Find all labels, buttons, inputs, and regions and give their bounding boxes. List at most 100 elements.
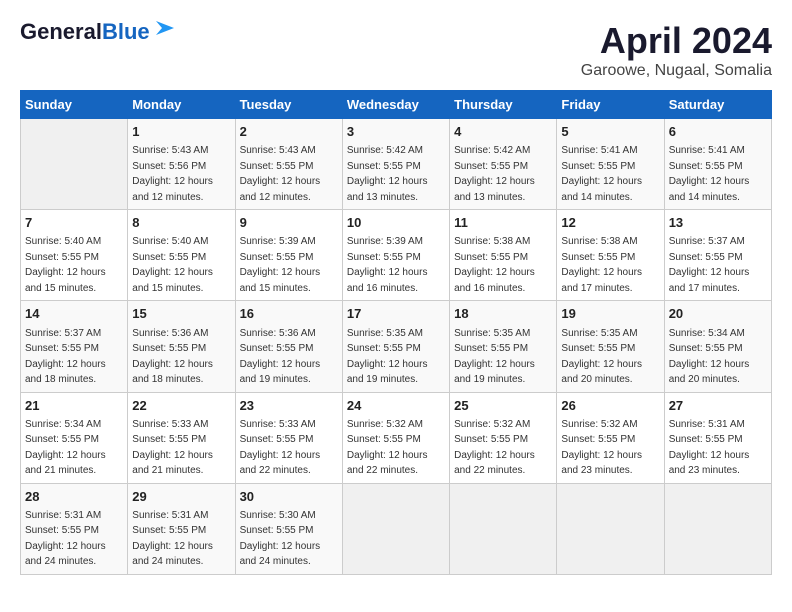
calendar-day-cell: 5Sunrise: 5:41 AM Sunset: 5:55 PM Daylig… <box>557 119 664 210</box>
calendar-day-cell: 10 Sunrise: 5:39 AM Sunset: 5:55 PM Dayli… <box>342 210 449 301</box>
calendar-day-cell: 9 Sunrise: 5:39 AM Sunset: 5:55 PM Daylig… <box>235 210 342 301</box>
calendar-day-cell: 8 Sunrise: 5:40 AM Sunset: 5:55 PM Daylig… <box>128 210 235 301</box>
logo: GeneralBlue <box>20 20 176 44</box>
calendar-week-row: 7 Sunrise: 5:40 AM Sunset: 5:55 PM Daylig… <box>21 210 772 301</box>
day-number: 16 <box>240 305 338 323</box>
day-number: 25 <box>454 397 552 415</box>
weekday-header: Wednesday <box>342 91 449 119</box>
day-info: Sunrise: 5:32 AM Sunset: 5:55 PM Dayligh… <box>347 419 428 477</box>
day-info: Sunrise: 5:36 AM Sunset: 5:55 PM Dayligh… <box>240 328 321 386</box>
day-number: 4 <box>454 123 552 141</box>
calendar-day-cell: 17 Sunrise: 5:35 AM Sunset: 5:55 PM Dayli… <box>342 301 449 392</box>
day-number: 29 <box>132 488 230 506</box>
day-info: Sunrise: 5:35 AM Sunset: 5:55 PM Dayligh… <box>347 328 428 386</box>
calendar-day-cell: 19 Sunrise: 5:35 AM Sunset: 5:55 PM Dayli… <box>557 301 664 392</box>
day-info: Sunrise: 5:34 AM Sunset: 5:55 PM Dayligh… <box>669 328 750 386</box>
day-number: 11 <box>454 214 552 232</box>
calendar-day-cell: 29 Sunrise: 5:31 AM Sunset: 5:55 PM Dayli… <box>128 483 235 574</box>
calendar-day-cell: 14 Sunrise: 5:37 AM Sunset: 5:55 PM Dayli… <box>21 301 128 392</box>
day-info: Sunrise: 5:35 AM Sunset: 5:55 PM Dayligh… <box>561 328 642 386</box>
calendar-day-cell: 1Sunrise: 5:43 AM Sunset: 5:56 PM Daylig… <box>128 119 235 210</box>
day-number: 6 <box>669 123 767 141</box>
calendar-day-cell: 26 Sunrise: 5:32 AM Sunset: 5:55 PM Dayli… <box>557 392 664 483</box>
calendar-day-cell: 28 Sunrise: 5:31 AM Sunset: 5:55 PM Dayli… <box>21 483 128 574</box>
day-info: Sunrise: 5:40 AM Sunset: 5:55 PM Dayligh… <box>132 236 213 294</box>
calendar-day-cell: 20 Sunrise: 5:34 AM Sunset: 5:55 PM Dayli… <box>664 301 771 392</box>
day-number: 26 <box>561 397 659 415</box>
calendar-table: SundayMondayTuesdayWednesdayThursdayFrid… <box>20 90 772 575</box>
day-info: Sunrise: 5:37 AM Sunset: 5:55 PM Dayligh… <box>25 328 106 386</box>
day-number: 27 <box>669 397 767 415</box>
calendar-day-cell: 12Sunrise: 5:38 AM Sunset: 5:55 PM Dayli… <box>557 210 664 301</box>
day-info: Sunrise: 5:41 AM Sunset: 5:55 PM Dayligh… <box>669 145 750 203</box>
day-number: 12 <box>561 214 659 232</box>
logo-text: GeneralBlue <box>20 20 150 44</box>
day-info: Sunrise: 5:40 AM Sunset: 5:55 PM Dayligh… <box>25 236 106 294</box>
day-number: 23 <box>240 397 338 415</box>
day-info: Sunrise: 5:30 AM Sunset: 5:55 PM Dayligh… <box>240 510 321 568</box>
day-info: Sunrise: 5:32 AM Sunset: 5:55 PM Dayligh… <box>561 419 642 477</box>
location: Garoowe, Nugaal, Somalia <box>581 62 772 80</box>
day-number: 15 <box>132 305 230 323</box>
calendar-day-cell: 6 Sunrise: 5:41 AM Sunset: 5:55 PM Daylig… <box>664 119 771 210</box>
day-number: 1 <box>132 123 230 141</box>
weekday-header: Tuesday <box>235 91 342 119</box>
day-number: 20 <box>669 305 767 323</box>
calendar-day-cell: 11 Sunrise: 5:38 AM Sunset: 5:55 PM Dayli… <box>450 210 557 301</box>
calendar-day-cell <box>557 483 664 574</box>
day-number: 18 <box>454 305 552 323</box>
day-number: 14 <box>25 305 123 323</box>
day-number: 24 <box>347 397 445 415</box>
calendar-day-cell: 3 Sunrise: 5:42 AM Sunset: 5:55 PM Daylig… <box>342 119 449 210</box>
day-info: Sunrise: 5:33 AM Sunset: 5:55 PM Dayligh… <box>132 419 213 477</box>
day-info: Sunrise: 5:31 AM Sunset: 5:55 PM Dayligh… <box>25 510 106 568</box>
day-info: Sunrise: 5:33 AM Sunset: 5:55 PM Dayligh… <box>240 419 321 477</box>
calendar-day-cell <box>664 483 771 574</box>
calendar-day-cell: 18Sunrise: 5:35 AM Sunset: 5:55 PM Dayli… <box>450 301 557 392</box>
day-number: 30 <box>240 488 338 506</box>
day-info: Sunrise: 5:32 AM Sunset: 5:55 PM Dayligh… <box>454 419 535 477</box>
calendar-day-cell: 15 Sunrise: 5:36 AM Sunset: 5:55 PM Dayli… <box>128 301 235 392</box>
weekday-header: Sunday <box>21 91 128 119</box>
day-number: 10 <box>347 214 445 232</box>
day-number: 2 <box>240 123 338 141</box>
day-info: Sunrise: 5:31 AM Sunset: 5:55 PM Dayligh… <box>132 510 213 568</box>
calendar-day-cell <box>342 483 449 574</box>
calendar-day-cell: 23 Sunrise: 5:33 AM Sunset: 5:55 PM Dayli… <box>235 392 342 483</box>
day-info: Sunrise: 5:39 AM Sunset: 5:55 PM Dayligh… <box>347 236 428 294</box>
day-number: 13 <box>669 214 767 232</box>
day-number: 3 <box>347 123 445 141</box>
calendar-week-row: 21Sunrise: 5:34 AM Sunset: 5:55 PM Dayli… <box>21 392 772 483</box>
day-number: 19 <box>561 305 659 323</box>
calendar-header-row: SundayMondayTuesdayWednesdayThursdayFrid… <box>21 91 772 119</box>
calendar-day-cell: 7 Sunrise: 5:40 AM Sunset: 5:55 PM Daylig… <box>21 210 128 301</box>
weekday-header: Thursday <box>450 91 557 119</box>
calendar-day-cell: 2Sunrise: 5:43 AM Sunset: 5:55 PM Daylig… <box>235 119 342 210</box>
calendar-day-cell: 27 Sunrise: 5:31 AM Sunset: 5:55 PM Dayli… <box>664 392 771 483</box>
day-number: 28 <box>25 488 123 506</box>
weekday-header: Monday <box>128 91 235 119</box>
day-info: Sunrise: 5:41 AM Sunset: 5:55 PM Dayligh… <box>561 145 642 203</box>
day-info: Sunrise: 5:38 AM Sunset: 5:55 PM Dayligh… <box>454 236 535 294</box>
calendar-day-cell <box>21 119 128 210</box>
calendar-day-cell: 13 Sunrise: 5:37 AM Sunset: 5:55 PM Dayli… <box>664 210 771 301</box>
weekday-header: Friday <box>557 91 664 119</box>
day-number: 22 <box>132 397 230 415</box>
day-number: 7 <box>25 214 123 232</box>
title-section: April 2024 Garoowe, Nugaal, Somalia <box>581 20 772 80</box>
day-info: Sunrise: 5:39 AM Sunset: 5:55 PM Dayligh… <box>240 236 321 294</box>
day-number: 17 <box>347 305 445 323</box>
calendar-day-cell: 4Sunrise: 5:42 AM Sunset: 5:55 PM Daylig… <box>450 119 557 210</box>
calendar-week-row: 14 Sunrise: 5:37 AM Sunset: 5:55 PM Dayli… <box>21 301 772 392</box>
day-number: 9 <box>240 214 338 232</box>
day-info: Sunrise: 5:37 AM Sunset: 5:55 PM Dayligh… <box>669 236 750 294</box>
day-number: 8 <box>132 214 230 232</box>
day-info: Sunrise: 5:42 AM Sunset: 5:55 PM Dayligh… <box>347 145 428 203</box>
day-info: Sunrise: 5:31 AM Sunset: 5:55 PM Dayligh… <box>669 419 750 477</box>
logo-icon <box>154 17 176 44</box>
calendar-week-row: 1Sunrise: 5:43 AM Sunset: 5:56 PM Daylig… <box>21 119 772 210</box>
day-info: Sunrise: 5:36 AM Sunset: 5:55 PM Dayligh… <box>132 328 213 386</box>
calendar-day-cell: 25 Sunrise: 5:32 AM Sunset: 5:55 PM Dayli… <box>450 392 557 483</box>
day-info: Sunrise: 5:34 AM Sunset: 5:55 PM Dayligh… <box>25 419 106 477</box>
calendar-day-cell <box>450 483 557 574</box>
